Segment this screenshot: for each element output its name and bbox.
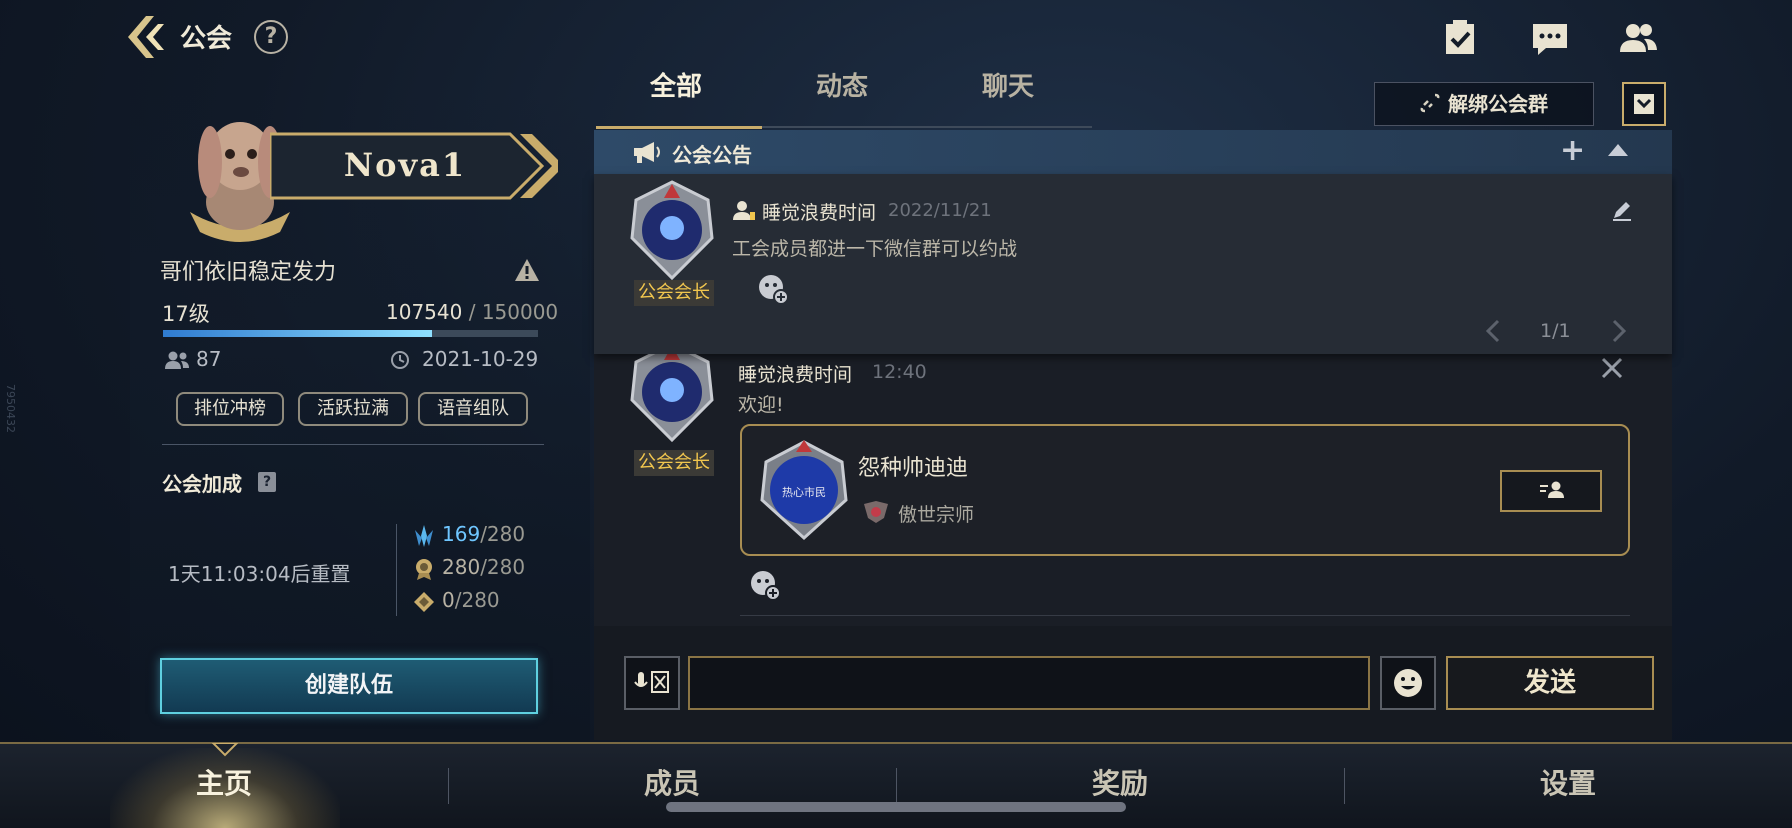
- notice-text: 工会成员都进一下微信群可以约战: [732, 238, 1018, 260]
- collapse-panel-button[interactable]: [1622, 82, 1666, 126]
- exp-current: 107540: [386, 300, 463, 324]
- friends-icon[interactable]: [1618, 18, 1658, 58]
- stat-value: 169: [442, 522, 481, 546]
- chevron-right-icon[interactable]: [1610, 318, 1628, 344]
- checklist-icon[interactable]: [1440, 18, 1480, 58]
- tag-voice-team: 语音组队: [418, 392, 528, 426]
- message-author[interactable]: 睡觉浪费时间: [738, 360, 852, 387]
- nav-separator: [896, 768, 897, 804]
- unbind-guild-group-button[interactable]: 解绑公会群: [1374, 82, 1594, 126]
- help-button[interactable]: ?: [254, 20, 288, 54]
- page-title: 公会: [180, 24, 233, 54]
- nav-rewards[interactable]: 奖励: [970, 762, 1270, 802]
- smiley-icon: [1394, 669, 1422, 697]
- message-text: 欢迎!: [738, 394, 784, 416]
- stat-value: 0: [442, 588, 455, 612]
- author-emblem[interactable]: [620, 340, 724, 444]
- exp-progress-fill: [163, 330, 432, 337]
- add-friend-icon: [1540, 481, 1564, 498]
- tag-active: 活跃拉满: [298, 392, 408, 426]
- megaphone-icon: [632, 140, 662, 164]
- tab-chat[interactable]: 聊天: [982, 66, 1034, 103]
- home-indicator[interactable]: [666, 802, 1126, 812]
- exp-max: / 150000: [462, 300, 559, 324]
- warning-icon[interactable]: [514, 258, 540, 282]
- stat-max: /280: [454, 588, 500, 612]
- unbind-label: 解绑公会群: [1448, 92, 1548, 116]
- back-arrow-icon: [128, 16, 164, 58]
- player-name: Nova1: [343, 146, 467, 184]
- role-badge: 公会会长: [634, 280, 714, 306]
- nav-home[interactable]: 主页: [74, 762, 374, 802]
- edit-icon[interactable]: [1610, 198, 1634, 222]
- add-reaction-icon[interactable]: [748, 568, 782, 602]
- tab-active-indicator: [596, 126, 762, 129]
- close-icon[interactable]: [1600, 356, 1624, 380]
- leader-icon: [732, 198, 756, 222]
- bonus-help-icon[interactable]: ?: [258, 472, 276, 492]
- chat-input[interactable]: [688, 656, 1370, 710]
- clock-icon: [390, 350, 410, 370]
- notice-date: 2022/11/21: [888, 200, 992, 221]
- message-time: 12:40: [872, 361, 927, 383]
- add-notice-button[interactable]: +: [1560, 136, 1585, 166]
- card-avatar-text: 热心市民: [782, 486, 826, 499]
- guild-level: 17级: [162, 302, 210, 326]
- author-emblem[interactable]: [620, 178, 724, 282]
- stat-max: /280: [480, 522, 526, 546]
- nav-members[interactable]: 成员: [522, 762, 822, 802]
- tag-rank-push: 排位冲榜: [176, 392, 284, 426]
- nav-active-marker: [210, 742, 240, 757]
- voice-text-icon: [634, 671, 669, 693]
- notice-pager: 1/1: [1540, 320, 1571, 342]
- nav-settings[interactable]: 设置: [1418, 762, 1718, 802]
- bonus-reset-timer: 1天11:03:04后重置: [168, 562, 351, 586]
- stat-value: 280: [442, 555, 481, 579]
- player-card[interactable]: [740, 424, 1630, 556]
- divider: [740, 615, 1630, 616]
- divider: [162, 444, 544, 445]
- created-date: 2021-10-29: [422, 347, 539, 371]
- collapse-icon: [1634, 94, 1654, 114]
- chevron-left-icon[interactable]: [1484, 318, 1502, 344]
- rank-icon: [862, 500, 890, 524]
- notice-header: [594, 130, 1672, 174]
- stat-max: /280: [480, 555, 526, 579]
- side-id-text: 7950432: [4, 384, 17, 433]
- bonus-stat-diamond: 0/280: [412, 588, 500, 618]
- emoji-button[interactable]: [1380, 656, 1436, 710]
- member-count: 87: [196, 347, 222, 371]
- card-player-name: 怨种帅迪迪: [858, 456, 969, 481]
- notice-author[interactable]: 睡觉浪费时间: [762, 198, 876, 225]
- card-rank: 傲世宗师: [898, 504, 975, 526]
- exp-progress-bar: [163, 330, 538, 337]
- members-icon: [164, 350, 190, 370]
- diamond-icon: [412, 590, 436, 614]
- bonus-stat-crystal: 169/280: [412, 522, 525, 552]
- add-friend-button[interactable]: [1500, 470, 1602, 512]
- add-reaction-icon[interactable]: [756, 272, 790, 306]
- voice-input-button[interactable]: [624, 656, 680, 710]
- nav-separator: [1344, 768, 1345, 804]
- medal-icon: [412, 557, 436, 581]
- guild-motto: 哥们依旧稳定发力: [160, 260, 337, 285]
- chat-bubble-icon[interactable]: [1530, 18, 1570, 58]
- divider: [396, 524, 397, 616]
- tab-dynamics[interactable]: 动态: [816, 66, 868, 103]
- role-badge: 公会会长: [634, 450, 714, 476]
- unlink-icon: [1420, 85, 1440, 127]
- chevron-up-icon[interactable]: [1606, 142, 1630, 158]
- back-button[interactable]: [124, 14, 168, 60]
- guild-exp: 107540 / 150000: [386, 300, 558, 324]
- notice-title: 公会公告: [672, 143, 752, 167]
- create-team-button[interactable]: 创建队伍: [160, 658, 538, 714]
- tab-all[interactable]: 全部: [650, 66, 702, 103]
- guild-bonus-title: 公会加成: [162, 472, 242, 496]
- crystal-icon: [412, 524, 436, 548]
- bonus-stat-medal: 280/280: [412, 555, 525, 585]
- send-button[interactable]: 发送: [1446, 656, 1654, 710]
- nav-separator: [448, 768, 449, 804]
